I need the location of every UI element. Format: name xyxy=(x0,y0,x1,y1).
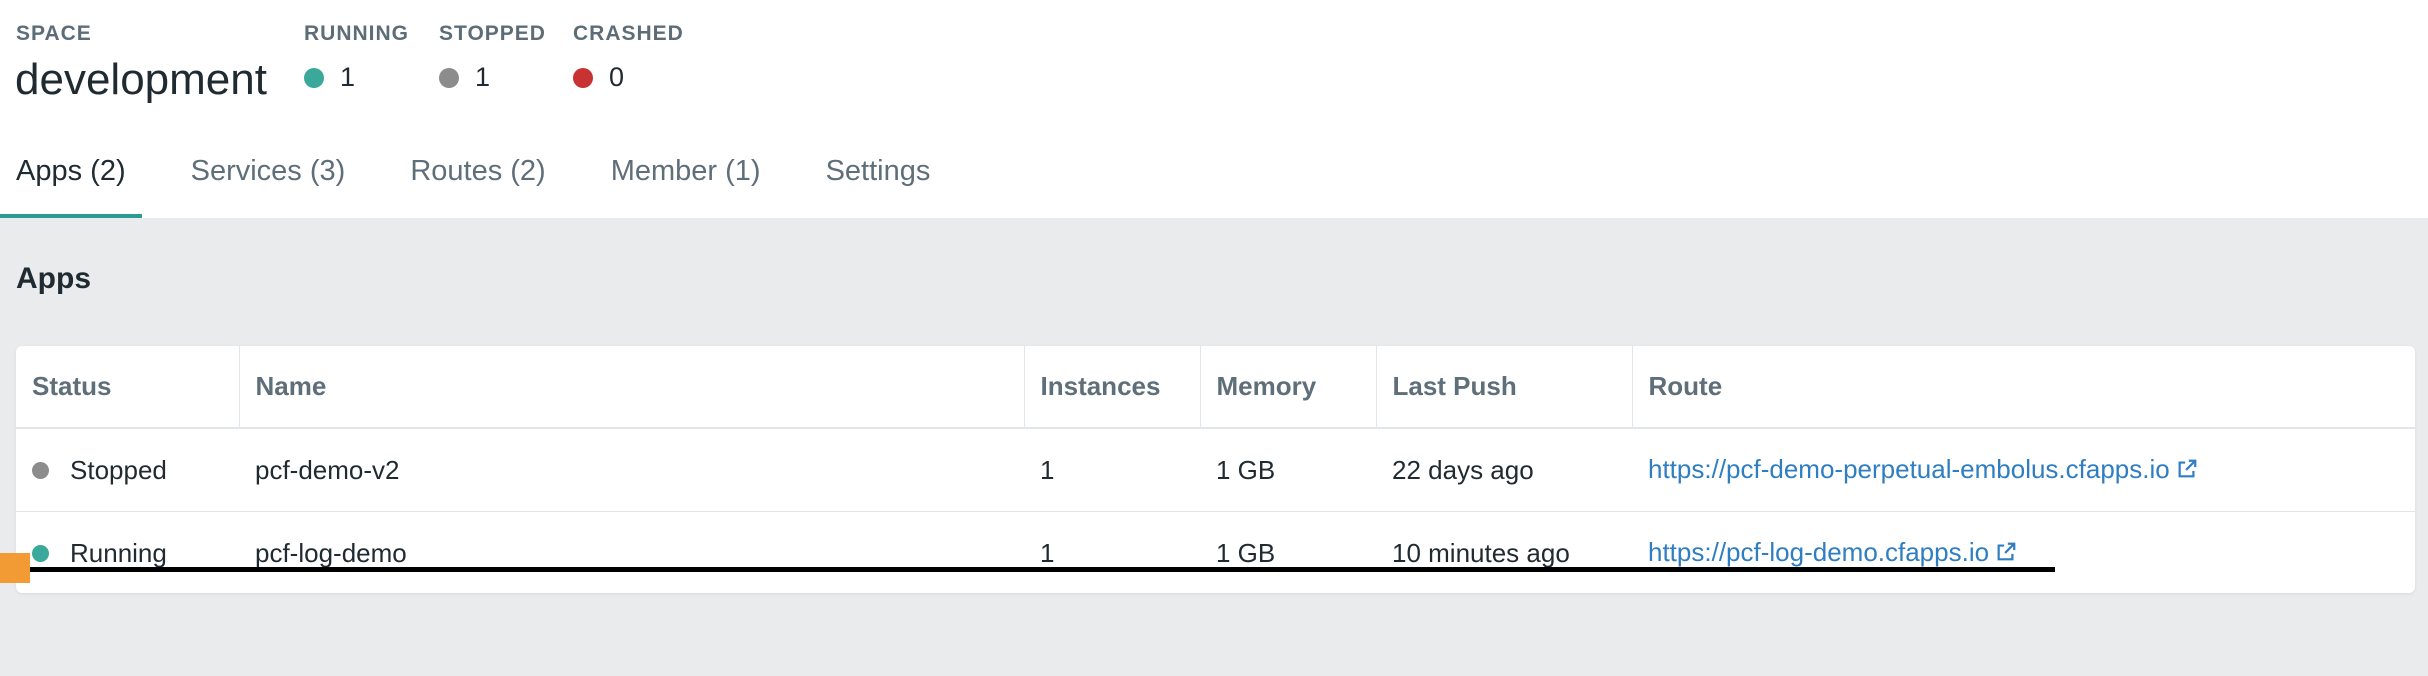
app-last-push: 10 minutes ago xyxy=(1392,537,1570,568)
external-link-icon xyxy=(2176,456,2198,487)
stopped-status-icon xyxy=(32,461,49,479)
annotation-underline xyxy=(30,567,2055,572)
space-name: development xyxy=(15,55,267,104)
tab-routes[interactable]: Routes (2) xyxy=(394,155,561,218)
running-status-dot-icon xyxy=(304,67,324,88)
stat-value-crashed: 0 xyxy=(609,62,625,92)
external-link-icon xyxy=(1995,539,2017,570)
stat-crashed: CRASHED 0 xyxy=(573,22,684,93)
app-instances: 1 xyxy=(1024,428,1200,512)
app-name[interactable]: pcf-log-demo xyxy=(239,512,1024,595)
running-status-icon xyxy=(32,544,49,562)
column-header-instances[interactable]: Instances xyxy=(1024,346,1201,429)
app-route-link[interactable]: https://pcf-demo-perpetual-embolus.cfapp… xyxy=(1648,454,2198,484)
tab-apps[interactable]: Apps (2) xyxy=(0,155,142,218)
app-route-link[interactable]: https://pcf-log-demo.cfapps.io xyxy=(1648,537,2017,567)
apps-table-card: Status Name Instances Memory Last Push R… xyxy=(16,346,2415,593)
apps-table: Status Name Instances Memory Last Push R… xyxy=(16,346,2415,594)
tab-settings[interactable]: Settings xyxy=(810,155,947,218)
table-row[interactable]: Running pcf-log-demo 1 1 GB 10 minutes a… xyxy=(16,512,2415,595)
space-label: SPACE xyxy=(16,22,92,45)
stat-label-crashed: CRASHED xyxy=(573,22,684,45)
status-cell: Stopped xyxy=(16,428,239,512)
app-instances: 1 xyxy=(1040,537,1055,568)
app-last-push: 22 days ago xyxy=(1376,428,1632,512)
status-cell: Running xyxy=(16,512,239,595)
route-cell: https://pcf-log-demo.cfapps.io xyxy=(1632,512,2415,595)
stat-label-running: RUNNING xyxy=(304,22,409,45)
stat-value-stopped: 1 xyxy=(475,62,491,92)
tab-member[interactable]: Member (1) xyxy=(595,155,777,218)
column-header-status[interactable]: Status xyxy=(16,346,240,429)
tab-services[interactable]: Services (3) xyxy=(175,155,362,218)
column-header-last-push[interactable]: Last Push xyxy=(1376,346,1633,429)
annotation-marker xyxy=(0,553,30,583)
apps-section-title: Apps xyxy=(16,262,91,295)
stat-stopped: STOPPED 1 xyxy=(439,22,546,93)
app-memory: 1 GB xyxy=(1200,428,1376,512)
app-memory: 1 GB xyxy=(1216,537,1276,568)
table-row[interactable]: Stopped pcf-demo-v2 1 1 GB 22 days ago h… xyxy=(16,428,2415,512)
app-route-text: https://pcf-log-demo.cfapps.io xyxy=(1648,536,1990,567)
app-name[interactable]: pcf-demo-v2 xyxy=(239,428,1024,512)
stopped-status-dot-icon xyxy=(439,67,459,88)
stat-value-running: 1 xyxy=(340,62,356,92)
app-status: Running xyxy=(70,537,167,568)
space-header: SPACE development RUNNING 1 STOPPED 1 CR… xyxy=(0,0,2428,218)
stat-label-stopped: STOPPED xyxy=(439,22,546,45)
stat-running: RUNNING 1 xyxy=(304,22,409,93)
space-tabs: Apps (2) Services (3) Routes (2) Member … xyxy=(0,155,979,218)
column-header-name[interactable]: Name xyxy=(239,346,1025,429)
route-cell: https://pcf-demo-perpetual-embolus.cfapp… xyxy=(1632,428,2415,512)
crashed-status-dot-icon xyxy=(573,67,593,88)
app-status: Stopped xyxy=(70,454,167,485)
app-route-text: https://pcf-demo-perpetual-embolus.cfapp… xyxy=(1648,453,2170,484)
table-header-row: Status Name Instances Memory Last Push R… xyxy=(16,346,2415,429)
column-header-route[interactable]: Route xyxy=(1632,346,2415,429)
apps-section: Apps Status Name Instances Memory Last P… xyxy=(0,218,2428,676)
column-header-memory[interactable]: Memory xyxy=(1200,346,1377,429)
